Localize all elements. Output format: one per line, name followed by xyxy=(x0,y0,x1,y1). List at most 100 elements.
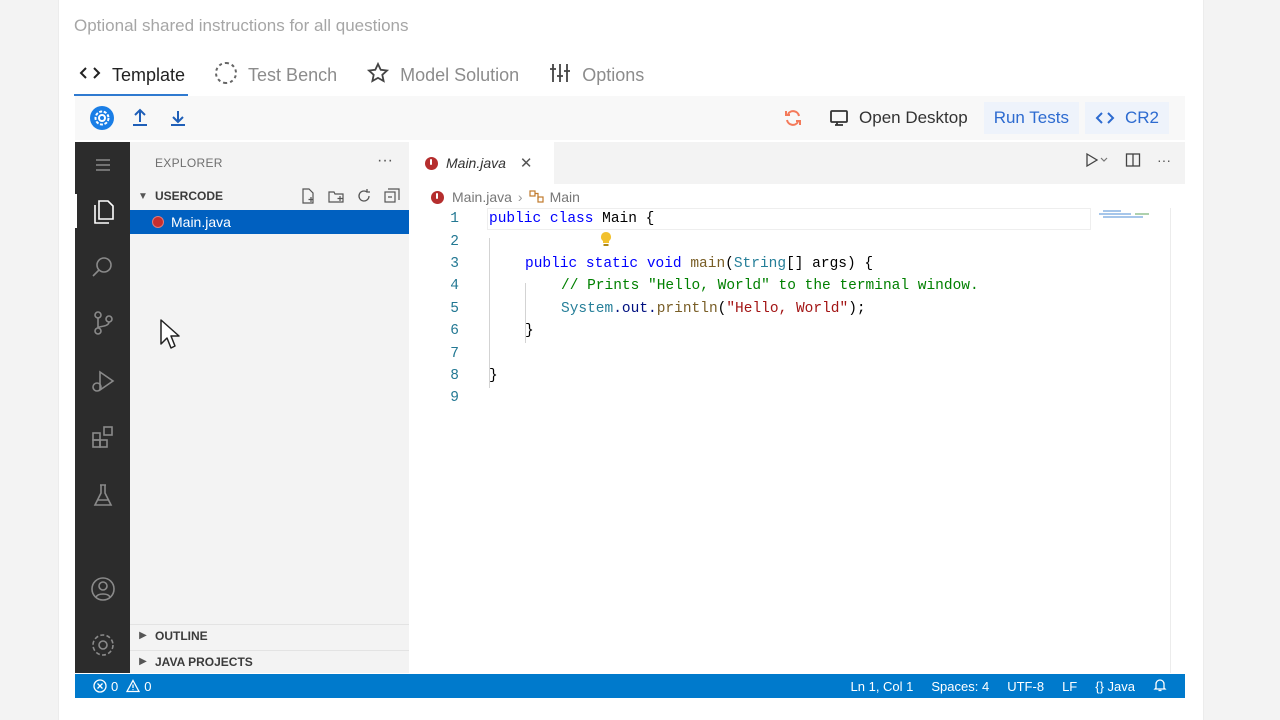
code-line: 9 xyxy=(409,387,1169,409)
menu-button[interactable] xyxy=(88,150,118,180)
play-icon xyxy=(1086,152,1099,168)
run-debug-button[interactable] xyxy=(88,366,118,396)
java-file-icon xyxy=(425,156,438,170)
star-icon xyxy=(366,61,390,90)
sync-button[interactable] xyxy=(773,102,813,134)
notifications-button[interactable] xyxy=(1153,678,1167,695)
language-label: Java xyxy=(1107,678,1135,694)
hamburger-menu-icon xyxy=(96,159,110,171)
question-tabs: Template Test Bench Model Solution Optio… xyxy=(74,58,669,96)
line-number: 1 xyxy=(450,211,459,228)
open-desktop-button[interactable]: Open Desktop xyxy=(819,102,978,134)
chevron-right-icon: ▶ xyxy=(139,630,147,641)
source-control-button[interactable] xyxy=(88,308,118,338)
code-brackets-icon xyxy=(78,61,102,90)
editor-tab-label: Main.java xyxy=(446,155,506,171)
breadcrumb-file[interactable]: Main.java xyxy=(452,189,512,205)
upload-icon xyxy=(133,108,147,126)
cr2-label: CR2 xyxy=(1124,108,1159,127)
breadcrumb: Main.java › Main xyxy=(431,187,580,207)
tab-template-label: Template xyxy=(112,64,186,85)
run-tests-label: Run Tests xyxy=(993,108,1069,127)
collapse-all-icon xyxy=(384,188,400,203)
workspace-label: USERCODE xyxy=(155,189,224,203)
language-mode[interactable]: {} Java xyxy=(1095,679,1135,694)
monitor-icon xyxy=(830,110,848,126)
new-file-icon xyxy=(302,188,314,204)
collapse-all-button[interactable] xyxy=(383,187,401,205)
cr2-button[interactable]: CR2 xyxy=(1084,102,1169,134)
code-brackets-icon xyxy=(1095,112,1115,124)
upload-button[interactable] xyxy=(127,105,153,131)
editor-more-button[interactable]: ··· xyxy=(1157,152,1171,168)
editor-tab-main-java[interactable]: Main.java ✕ xyxy=(409,142,554,184)
code-token: main xyxy=(681,255,726,272)
page: Optional shared instructions for all que… xyxy=(58,0,1204,720)
chevron-down-icon: ▼ xyxy=(138,190,148,202)
code-line: 6 } xyxy=(409,320,1169,342)
code-token: println xyxy=(656,300,718,317)
search-view-button[interactable] xyxy=(88,252,118,282)
split-editor-button[interactable] xyxy=(1125,152,1141,168)
new-folder-button[interactable] xyxy=(327,187,345,205)
manage-button[interactable] xyxy=(88,630,118,660)
error-count: 0 xyxy=(111,678,119,694)
activity-bar xyxy=(75,142,130,673)
breadcrumb-symbol[interactable]: Main xyxy=(550,189,580,205)
line-number: 5 xyxy=(450,300,459,317)
code-token: System xyxy=(561,300,614,317)
cursor-position[interactable]: Ln 1, Col 1 xyxy=(851,679,914,694)
tab-test-bench[interactable]: Test Bench xyxy=(210,58,340,92)
testing-button[interactable] xyxy=(88,480,118,510)
code-line: 5 System.out.println("Hello, World"); xyxy=(409,298,1169,320)
error-icon xyxy=(93,679,107,693)
run-button[interactable] xyxy=(1083,152,1109,168)
settings-gear-button[interactable] xyxy=(89,105,115,131)
warning-icon xyxy=(126,679,141,693)
refresh-button[interactable] xyxy=(355,187,373,205)
accounts-button[interactable] xyxy=(88,574,118,604)
file-item-main-java[interactable]: Main.java xyxy=(130,210,409,234)
vertical-scrollbar[interactable] xyxy=(1170,208,1171,673)
new-file-button[interactable] xyxy=(299,187,317,205)
indentation[interactable]: Spaces: 4 xyxy=(931,679,989,694)
gear-icon xyxy=(90,106,114,130)
explorer-view-button[interactable] xyxy=(88,196,118,226)
files-icon xyxy=(94,200,114,224)
extensions-icon xyxy=(92,426,113,448)
code-line: 7 xyxy=(409,342,1169,364)
chevron-right-icon: ▶ xyxy=(139,656,147,667)
source-control-icon xyxy=(94,311,113,335)
workspace-toolbar: Open Desktop Run Tests CR2 xyxy=(75,96,1185,140)
problems-indicator[interactable]: 0 0 xyxy=(93,679,151,694)
java-file-icon xyxy=(431,190,444,204)
java-projects-label: JAVA PROJECTS xyxy=(155,654,253,669)
line-number: 6 xyxy=(450,323,459,340)
tab-options-label: Options xyxy=(582,64,645,85)
editor-tabbar: Main.java ✕ ··· xyxy=(409,142,1185,184)
code-token: ); xyxy=(848,300,866,317)
encoding[interactable]: UTF-8 xyxy=(1007,679,1044,694)
sliders-icon xyxy=(548,61,572,90)
line-number: 3 xyxy=(450,255,459,272)
close-icon[interactable]: ✕ xyxy=(520,154,533,172)
tab-test-bench-label: Test Bench xyxy=(248,64,338,85)
tab-template[interactable]: Template xyxy=(74,58,189,96)
bell-icon xyxy=(1153,678,1167,691)
end-of-line[interactable]: LF xyxy=(1062,679,1077,694)
download-button[interactable] xyxy=(165,105,191,131)
code-editor[interactable]: 1 public class Main { 2 3 public static … xyxy=(409,208,1169,410)
shared-instructions-input[interactable]: Optional shared instructions for all que… xyxy=(74,16,409,36)
java-projects-section-header[interactable]: ▶ JAVA PROJECTS xyxy=(130,650,409,672)
extensions-button[interactable] xyxy=(88,422,118,452)
line-number: 9 xyxy=(450,390,459,407)
account-icon xyxy=(91,577,115,601)
code-string: "Hello, World" xyxy=(726,300,849,317)
tab-model-solution[interactable]: Model Solution xyxy=(362,58,522,92)
explorer-more-button[interactable]: ··· xyxy=(377,152,393,170)
outline-section-header[interactable]: ▶ OUTLINE xyxy=(130,624,409,646)
tab-options[interactable]: Options xyxy=(544,58,647,92)
workspace-section-header[interactable]: ▼ USERCODE xyxy=(130,185,409,207)
java-error-icon xyxy=(152,216,164,228)
run-tests-button[interactable]: Run Tests xyxy=(983,102,1079,134)
